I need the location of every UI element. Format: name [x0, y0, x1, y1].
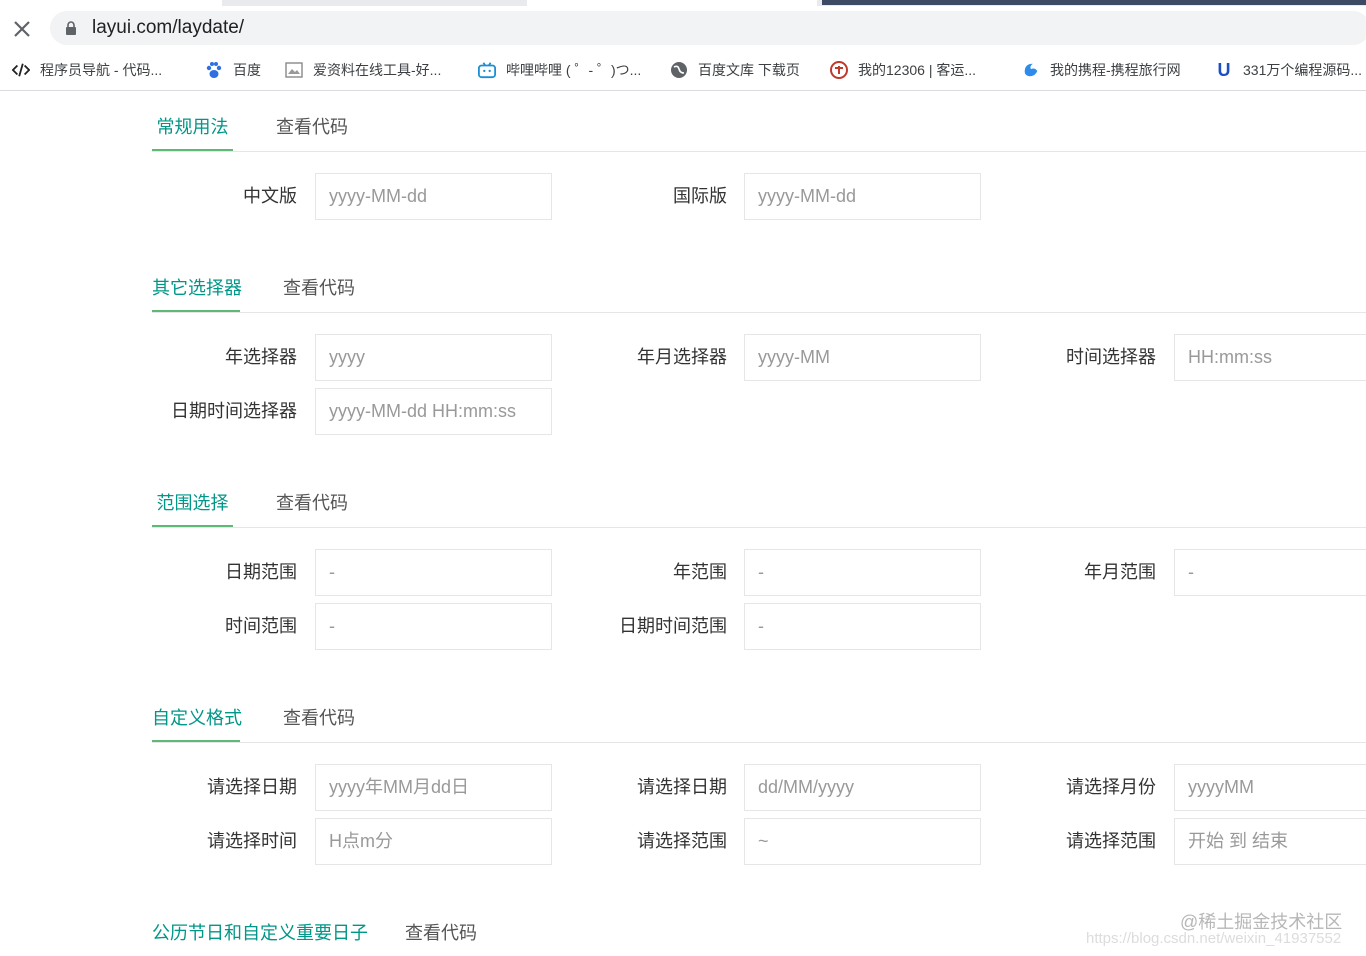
tab-holidays[interactable]: 公历节日和自定义重要日子	[152, 911, 368, 955]
field-label: 日期时间选择器	[171, 401, 297, 421]
tab-view-code[interactable]: 查看代码	[276, 105, 348, 149]
ctrip-icon	[1022, 61, 1040, 79]
custom-time-input[interactable]: H点m分	[315, 818, 552, 865]
bookmark-label: 哔哩哔哩 ( ゜- ゜)つ...	[506, 62, 642, 78]
custom-range-input[interactable]: ~	[744, 818, 981, 865]
section-custom-format: 自定义格式 查看代码 请选择日期 yyyy年MM月dd日 请选择日期 dd/MM…	[152, 696, 1366, 865]
field-label: 年月范围	[1084, 562, 1156, 582]
field-label: 中文版	[243, 186, 297, 206]
lock-icon	[64, 21, 78, 35]
code-icon	[12, 61, 30, 79]
tab-label: 范围选择	[156, 493, 229, 513]
watermark-url: https://blog.csdn.net/weixin_41937552	[1086, 930, 1342, 947]
custom-date-input[interactable]: yyyy年MM月dd日	[315, 764, 552, 811]
active-tab-underline	[152, 525, 233, 527]
tab-view-code[interactable]: 查看代码	[283, 696, 355, 740]
bookmark-label: 我的12306 | 客运...	[858, 62, 977, 78]
bookmark-item[interactable]: 我的携程-携程旅行网	[1022, 50, 1181, 90]
field-label: 请选择日期	[637, 777, 727, 797]
month-range-input[interactable]: -	[1174, 549, 1366, 596]
tab-bar: 其它选择器 查看代码	[152, 266, 1366, 313]
datetime-input[interactable]: yyyy-MM-dd HH:mm:ss	[315, 388, 552, 435]
tab-view-code[interactable]: 查看代码	[283, 266, 355, 310]
field-label: 请选择时间	[207, 831, 297, 851]
bookmarks-bar: 程序员导航 - 代码... 百度 爱资料在线工具-好... 哔哩哔哩 ( ゜- …	[0, 50, 1366, 91]
active-tab-underline	[152, 310, 240, 312]
date-input[interactable]: yyyy-MM-dd	[744, 173, 981, 220]
bookmark-item[interactable]: 百度文库 下载页	[670, 50, 800, 90]
bookmark-label: 百度文库 下载页	[698, 62, 800, 78]
custom-date-input[interactable]: dd/MM/yyyy	[744, 764, 981, 811]
field-label: 国际版	[673, 186, 727, 206]
field-label: 请选择范围	[1066, 831, 1156, 851]
tab-other-pickers[interactable]: 其它选择器	[152, 266, 242, 312]
baidu-paw-icon	[205, 61, 223, 79]
tab-label: 常规用法	[156, 117, 229, 137]
field-label: 请选择日期	[207, 777, 297, 797]
bookmark-item[interactable]: 百度	[205, 50, 261, 90]
section-other-pickers: 其它选择器 查看代码 年选择器 yyyy 年月选择器 yyyy-MM 时间选择器…	[152, 266, 1366, 435]
omnibox[interactable]: layui.com/laydate/	[50, 11, 1366, 45]
image-tool-icon	[285, 61, 303, 79]
field-label: 请选择范围	[637, 831, 727, 851]
tab-bar: 自定义格式 查看代码	[152, 696, 1366, 743]
bookmark-item[interactable]: U 331万个编程源码...	[1215, 50, 1363, 90]
field-label: 时间范围	[225, 616, 297, 636]
field-label: 年月选择器	[637, 347, 727, 367]
bookmark-item[interactable]: 我的12306 | 客运...	[830, 50, 976, 90]
active-tab-underline	[152, 149, 233, 151]
year-input[interactable]: yyyy	[315, 334, 552, 381]
datetime-range-input[interactable]: -	[744, 603, 981, 650]
tab-custom-format[interactable]: 自定义格式	[152, 696, 242, 742]
url-text[interactable]: layui.com/laydate/	[92, 17, 244, 39]
year-month-input[interactable]: yyyy-MM	[744, 334, 981, 381]
browser-tab[interactable]	[822, 0, 1366, 5]
bilibili-icon	[478, 61, 496, 79]
section-range: 范围选择 查看代码 日期范围 - 年范围 - 年月范围 - 时间范围 - 日期时…	[152, 481, 1366, 650]
time-range-input[interactable]: -	[315, 603, 552, 650]
field-label: 日期范围	[225, 562, 297, 582]
tab-bar: 常规用法 查看代码	[152, 105, 1366, 152]
section-basic: 常规用法 查看代码 中文版 yyyy-MM-dd 国际版 yyyy-MM-dd	[152, 105, 1366, 220]
bookmark-label: 331万个编程源码...	[1243, 62, 1363, 78]
time-input[interactable]: HH:mm:ss	[1174, 334, 1366, 381]
active-tab-underline	[152, 740, 240, 742]
bookmark-label: 程序员导航 - 代码...	[40, 62, 163, 78]
address-bar-row: layui.com/laydate/	[0, 6, 1366, 50]
tab-range[interactable]: 范围选择	[152, 481, 233, 527]
field-label: 时间选择器	[1066, 347, 1156, 367]
field-label: 年范围	[673, 562, 727, 582]
field-label: 请选择月份	[1066, 777, 1156, 797]
field-label: 年选择器	[225, 347, 297, 367]
bookmark-label: 我的携程-携程旅行网	[1050, 62, 1181, 78]
custom-month-input[interactable]: yyyyMM	[1174, 764, 1366, 811]
u-icon: U	[1217, 59, 1231, 80]
custom-range-input[interactable]: 开始 到 结束	[1174, 818, 1366, 865]
globe-icon	[670, 61, 688, 79]
date-range-input[interactable]: -	[315, 549, 552, 596]
field-label: 日期时间范围	[619, 616, 727, 636]
tab-label: 自定义格式	[152, 708, 242, 728]
tab-bar: 范围选择 查看代码	[152, 481, 1366, 528]
tab-view-code[interactable]: 查看代码	[276, 481, 348, 525]
bookmark-item[interactable]: 程序员导航 - 代码...	[12, 50, 162, 90]
tab-label: 其它选择器	[152, 278, 242, 298]
tab-basic-usage[interactable]: 常规用法	[152, 105, 233, 151]
bookmark-item[interactable]: 爱资料在线工具-好...	[285, 50, 441, 90]
date-input[interactable]: yyyy-MM-dd	[315, 173, 552, 220]
bookmark-label: 爱资料在线工具-好...	[313, 62, 442, 78]
year-range-input[interactable]: -	[744, 549, 981, 596]
railway-icon	[830, 61, 848, 79]
bookmark-label: 百度	[233, 62, 261, 78]
bookmark-item[interactable]: 哔哩哔哩 ( ゜- ゜)つ...	[478, 50, 641, 90]
close-icon[interactable]	[10, 17, 34, 41]
tab-view-code[interactable]: 查看代码	[405, 911, 477, 955]
